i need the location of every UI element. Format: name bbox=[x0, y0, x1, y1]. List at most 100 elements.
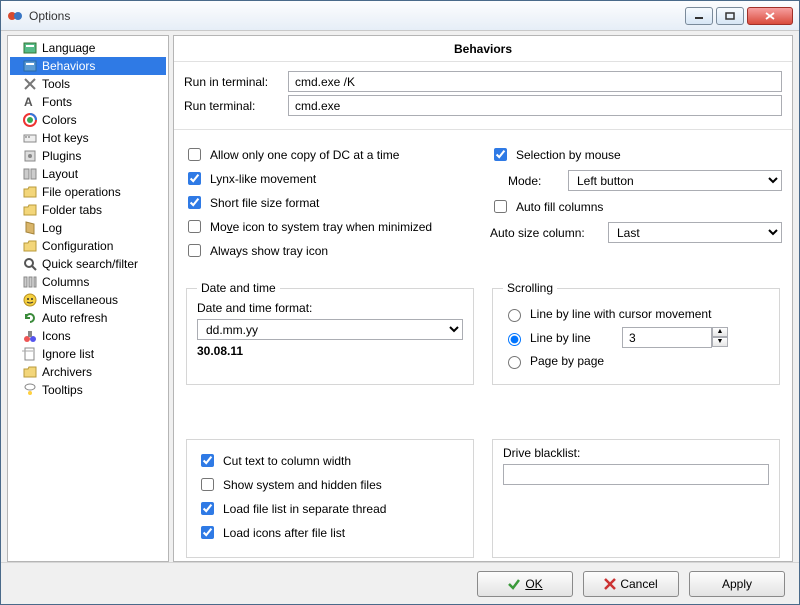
sidebar-item-label: Colors bbox=[42, 113, 77, 127]
scroll-line-value-input[interactable] bbox=[622, 327, 712, 348]
sidebar-item-columns[interactable]: Columns bbox=[10, 273, 166, 291]
ok-label: OK bbox=[525, 577, 542, 591]
apply-button[interactable]: Apply bbox=[689, 571, 785, 597]
scroll-page-radio[interactable] bbox=[508, 356, 521, 369]
sidebar-item-ignore-list[interactable]: Ignore list bbox=[10, 345, 166, 363]
spin-up-button[interactable]: ▲ bbox=[712, 327, 728, 337]
archive-icon bbox=[22, 364, 38, 380]
window-title: Options bbox=[29, 9, 685, 23]
load-thread-checkbox[interactable] bbox=[201, 502, 214, 515]
sidebar-item-archivers[interactable]: Archivers bbox=[10, 363, 166, 381]
tooltip-icon bbox=[22, 382, 38, 398]
sidebar-item-colors[interactable]: Colors bbox=[10, 111, 166, 129]
datetime-legend: Date and time bbox=[197, 281, 280, 295]
sidebar-item-folder-tabs[interactable]: Folder tabs bbox=[10, 201, 166, 219]
log-icon bbox=[22, 220, 38, 236]
auto-fill-checkbox[interactable] bbox=[494, 200, 507, 213]
behaviors-icon bbox=[22, 58, 38, 74]
run-in-terminal-input[interactable] bbox=[288, 71, 782, 92]
config-icon bbox=[22, 238, 38, 254]
ignore-icon bbox=[22, 346, 38, 362]
search-icon bbox=[22, 256, 38, 272]
refresh-icon bbox=[22, 310, 38, 326]
bottom-left-group: Cut text to column width Show system and… bbox=[186, 439, 474, 558]
hotkeys-icon bbox=[22, 130, 38, 146]
app-icon bbox=[7, 8, 23, 24]
show-hidden-checkbox[interactable] bbox=[201, 478, 214, 491]
tools-icon bbox=[22, 76, 38, 92]
bottom-right-group: Drive blacklist: bbox=[492, 439, 780, 558]
window-buttons bbox=[685, 7, 793, 25]
misc-icon bbox=[22, 292, 38, 308]
sidebar-item-label: Tools bbox=[42, 77, 70, 91]
drive-blacklist-label: Drive blacklist: bbox=[503, 446, 769, 460]
columns-icon bbox=[22, 274, 38, 290]
cut-text-label: Cut text to column width bbox=[223, 454, 351, 468]
apply-label: Apply bbox=[722, 577, 752, 591]
drive-blacklist-input[interactable] bbox=[503, 464, 769, 485]
sidebar-item-auto-refresh[interactable]: Auto refresh bbox=[10, 309, 166, 327]
sidebar-item-plugins[interactable]: Plugins bbox=[10, 147, 166, 165]
sidebar-item-label: File operations bbox=[42, 185, 121, 199]
datetime-format-select[interactable]: dd.mm.yy bbox=[197, 319, 463, 340]
scroll-line-radio[interactable] bbox=[508, 333, 521, 346]
sidebar-item-file-operations[interactable]: File operations bbox=[10, 183, 166, 201]
scroll-line-label: Line by line bbox=[530, 331, 616, 345]
sidebar-item-label: Hot keys bbox=[42, 131, 89, 145]
spin-down-button[interactable]: ▼ bbox=[712, 337, 728, 347]
scroll-line-cursor-label: Line by line with cursor movement bbox=[530, 307, 711, 321]
panel-title: Behaviors bbox=[174, 36, 792, 62]
selection-mouse-checkbox[interactable] bbox=[494, 148, 507, 161]
sidebar-item-tools[interactable]: Tools bbox=[10, 75, 166, 93]
close-button[interactable] bbox=[747, 7, 793, 25]
sidebar-item-configuration[interactable]: Configuration bbox=[10, 237, 166, 255]
load-icons-label: Load icons after file list bbox=[223, 526, 345, 540]
sidebar-item-label: Ignore list bbox=[42, 347, 94, 361]
datetime-example: 30.08.11 bbox=[197, 344, 463, 358]
scrolling-fieldset: Scrolling Line by line with cursor movem… bbox=[492, 281, 780, 385]
ok-button[interactable]: OK bbox=[477, 571, 573, 597]
layout-icon bbox=[22, 166, 38, 182]
load-icons-checkbox[interactable] bbox=[201, 526, 214, 539]
scroll-page-label: Page by page bbox=[530, 354, 604, 368]
scroll-line-cursor-radio[interactable] bbox=[508, 309, 521, 322]
minimize-button[interactable] bbox=[685, 7, 713, 25]
x-icon bbox=[604, 578, 616, 590]
auto-size-select[interactable]: Last bbox=[608, 222, 782, 243]
sidebar-item-quick-search-filter[interactable]: Quick search/filter bbox=[10, 255, 166, 273]
sidebar-item-label: Folder tabs bbox=[42, 203, 102, 217]
always-tray-label: Always show tray icon bbox=[210, 244, 328, 258]
sidebar-item-label: Behaviors bbox=[42, 59, 95, 73]
sidebar-item-label: Layout bbox=[42, 167, 78, 181]
cancel-button[interactable]: Cancel bbox=[583, 571, 679, 597]
sidebar-item-label: Archivers bbox=[42, 365, 92, 379]
mode-select[interactable]: Left button bbox=[568, 170, 782, 191]
plugins-icon bbox=[22, 148, 38, 164]
run-in-terminal-label: Run in terminal: bbox=[184, 75, 280, 89]
tray-minimize-checkbox[interactable] bbox=[188, 220, 201, 233]
sidebar-item-miscellaneous[interactable]: Miscellaneous bbox=[10, 291, 166, 309]
maximize-button[interactable] bbox=[716, 7, 744, 25]
sidebar-item-tooltips[interactable]: Tooltips bbox=[10, 381, 166, 399]
titlebar: Options bbox=[1, 1, 799, 31]
run-terminal-input[interactable] bbox=[288, 95, 782, 116]
sidebar-item-layout[interactable]: Layout bbox=[10, 165, 166, 183]
sidebar-item-label: Plugins bbox=[42, 149, 81, 163]
sidebar-item-fonts[interactable]: AFonts bbox=[10, 93, 166, 111]
check-icon bbox=[507, 577, 521, 591]
sidebar-item-icons[interactable]: Icons bbox=[10, 327, 166, 345]
always-tray-checkbox[interactable] bbox=[188, 244, 201, 257]
sidebar-item-behaviors[interactable]: Behaviors bbox=[10, 57, 166, 75]
cut-text-checkbox[interactable] bbox=[201, 454, 214, 467]
sidebar-item-log[interactable]: Log bbox=[10, 219, 166, 237]
icons-icon bbox=[22, 328, 38, 344]
sidebar-item-label: Quick search/filter bbox=[42, 257, 138, 271]
allow-one-copy-checkbox[interactable] bbox=[188, 148, 201, 161]
left-check-group: Allow only one copy of DC at a time Lynx… bbox=[184, 140, 476, 265]
lynx-movement-checkbox[interactable] bbox=[188, 172, 201, 185]
sidebar-item-hot-keys[interactable]: Hot keys bbox=[10, 129, 166, 147]
short-size-checkbox[interactable] bbox=[188, 196, 201, 209]
auto-size-label: Auto size column: bbox=[490, 226, 600, 240]
colors-icon bbox=[22, 112, 38, 128]
sidebar-item-language[interactable]: Language bbox=[10, 39, 166, 57]
